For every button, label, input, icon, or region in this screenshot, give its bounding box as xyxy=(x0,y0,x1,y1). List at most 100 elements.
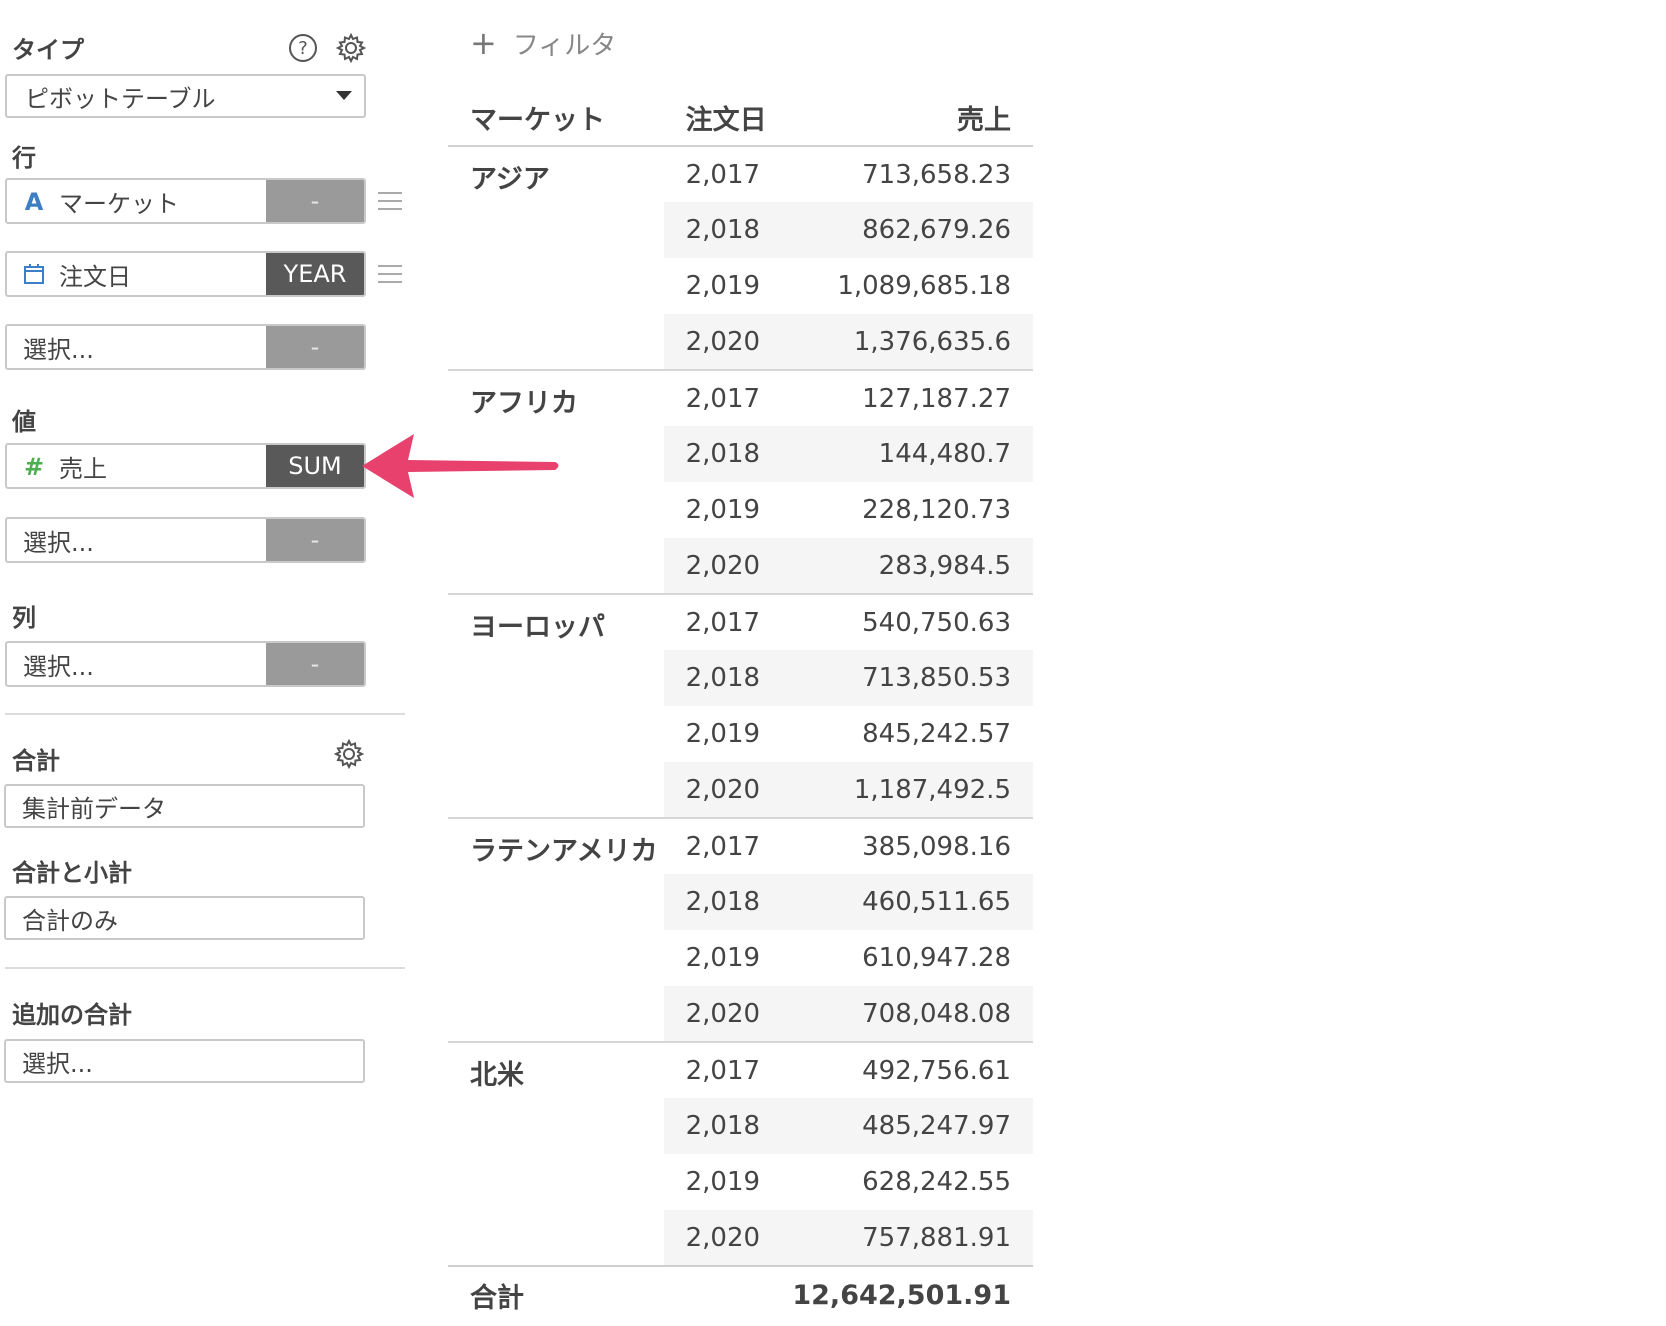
row-field-select[interactable]: 選択... - xyxy=(5,324,366,370)
sales-cell: 862,679.26 xyxy=(770,202,1033,258)
year-cell: 2,019 xyxy=(685,495,761,525)
table-row: アフリカ 2,017 127,187.27 xyxy=(448,369,1033,594)
year-cell: 2,020 xyxy=(663,762,771,818)
chevron-down-icon xyxy=(336,91,352,100)
row-field-name: マーケット xyxy=(59,189,179,218)
svg-text:?: ? xyxy=(298,38,308,59)
year-cell: 2,017 xyxy=(663,1041,771,1098)
sales-cell: 1,376,635.6 xyxy=(770,314,1033,370)
year-cell: 2,018 xyxy=(663,202,771,258)
sales-cell: 540,750.63 xyxy=(770,593,1033,650)
year-cell: 2,017 xyxy=(663,593,771,650)
type-label: タイプ xyxy=(12,36,84,64)
row-agg-button[interactable]: - xyxy=(266,326,364,368)
sales-cell: 757,881.91 xyxy=(770,1210,1033,1266)
table-row: ラテンアメリカ 2,017 385,098.16 xyxy=(448,817,1033,1042)
sales-cell: 708,048.08 xyxy=(770,986,1033,1042)
row-field-market[interactable]: A マーケット - xyxy=(5,178,366,224)
value-field-name: 売上 xyxy=(59,454,107,483)
year-cell: 2,020 xyxy=(663,1210,771,1266)
sales-cell: 228,120.73 xyxy=(862,495,1011,525)
year-cell: 2,019 xyxy=(685,1167,761,1197)
svg-text:A: A xyxy=(25,189,44,213)
value-agg-button[interactable]: SUM xyxy=(266,445,364,487)
sales-cell: 1,187,492.5 xyxy=(770,762,1033,818)
gear-icon[interactable] xyxy=(336,33,366,63)
value-field-select[interactable]: 選択... - xyxy=(5,517,366,563)
extra-total-select[interactable]: 選択... xyxy=(4,1039,365,1083)
market-cell: アフリカ xyxy=(448,369,664,594)
sales-cell: 127,187.27 xyxy=(770,369,1033,426)
drag-handle-icon[interactable] xyxy=(378,192,402,212)
year-cell: 2,017 xyxy=(663,369,771,426)
chart-type-select[interactable]: ピボットテーブル xyxy=(5,74,366,118)
divider xyxy=(5,713,405,715)
value-agg-button[interactable]: - xyxy=(266,519,364,561)
row-agg-button[interactable]: YEAR xyxy=(266,253,364,295)
column-agg-button[interactable]: - xyxy=(266,643,364,685)
table-header-row: マーケット 注文日 売上 xyxy=(448,90,1033,147)
row-field-name: 注文日 xyxy=(59,262,131,291)
pivot-table: マーケット 注文日 売上 アジア 2,017 713,658.23 2,018 … xyxy=(448,90,1033,1324)
total-row: 合計 12,642,501.91 xyxy=(448,1265,1033,1324)
sales-cell: 610,947.28 xyxy=(862,943,1011,973)
number-type-icon: # xyxy=(24,454,44,478)
sales-cell: 460,511.65 xyxy=(770,874,1033,930)
header-order-date[interactable]: 注文日 xyxy=(663,90,771,147)
year-cell: 2,019 xyxy=(685,943,761,973)
sales-cell: 283,984.5 xyxy=(770,538,1033,594)
total-label-cell: 合計 xyxy=(448,1265,664,1324)
value-field-name: 選択... xyxy=(23,528,94,557)
year-cell: 2,020 xyxy=(663,314,771,370)
filter-label: フィルタ xyxy=(512,30,617,61)
market-cell: ヨーロッパ xyxy=(448,593,664,818)
gear-icon[interactable] xyxy=(334,739,364,769)
header-market[interactable]: マーケット xyxy=(448,90,664,147)
svg-text:#: # xyxy=(24,454,44,478)
row-agg-button[interactable]: - xyxy=(266,180,364,222)
sales-cell: 845,242.57 xyxy=(862,719,1011,749)
market-cell: 北米 xyxy=(448,1041,664,1266)
year-cell: 2,018 xyxy=(663,650,771,706)
drag-handle-icon[interactable] xyxy=(378,265,402,285)
values-label: 値 xyxy=(12,408,36,436)
year-cell: 2,018 xyxy=(663,426,771,482)
total-label: 合計 xyxy=(12,747,60,775)
year-cell: 2,019 xyxy=(685,719,761,749)
year-cell: 2,020 xyxy=(663,538,771,594)
value-field-sales[interactable]: # 売上 SUM xyxy=(5,443,366,489)
help-icon[interactable]: ? xyxy=(288,33,318,63)
row-field-order-date[interactable]: 注文日 YEAR xyxy=(5,251,366,297)
sales-cell: 628,242.55 xyxy=(862,1167,1011,1197)
market-cell: ラテンアメリカ xyxy=(448,817,664,1042)
total-select[interactable]: 集計前データ xyxy=(4,784,365,828)
columns-label: 列 xyxy=(12,604,36,632)
extra-total-label: 追加の合計 xyxy=(12,1001,132,1029)
table-row: 北米 2,017 492,756.61 xyxy=(448,1041,1033,1266)
table-row: アジア 2,017 713,658.23 xyxy=(448,146,1033,202)
year-cell: 2,020 xyxy=(663,986,771,1042)
market-cell: アジア xyxy=(470,164,550,195)
subtotal-label: 合計と小計 xyxy=(12,859,132,887)
header-sales[interactable]: 売上 xyxy=(770,90,1033,147)
sales-cell: 385,098.16 xyxy=(770,817,1033,874)
sales-cell: 713,658.23 xyxy=(862,159,1011,190)
calendar-icon xyxy=(24,264,44,284)
column-field-select[interactable]: 選択... - xyxy=(5,641,366,687)
plus-icon: + xyxy=(470,24,497,62)
sales-cell: 492,756.61 xyxy=(770,1041,1033,1098)
sales-cell: 485,247.97 xyxy=(770,1098,1033,1154)
year-cell: 2,017 xyxy=(663,817,771,874)
subtotal-select[interactable]: 合計のみ xyxy=(4,896,365,940)
year-cell: 2,017 xyxy=(685,159,761,190)
divider xyxy=(5,967,405,969)
sales-cell: 713,850.53 xyxy=(770,650,1033,706)
rows-label: 行 xyxy=(12,144,36,172)
sales-cell: 144,480.7 xyxy=(770,426,1033,482)
year-cell: 2,018 xyxy=(663,1098,771,1154)
add-filter-button[interactable]: + フィルタ xyxy=(470,24,616,62)
chart-type-value: ピボットテーブル xyxy=(25,84,216,113)
column-field-name: 選択... xyxy=(23,652,94,681)
year-cell: 2,018 xyxy=(663,874,771,930)
year-cell: 2,019 xyxy=(685,271,761,301)
